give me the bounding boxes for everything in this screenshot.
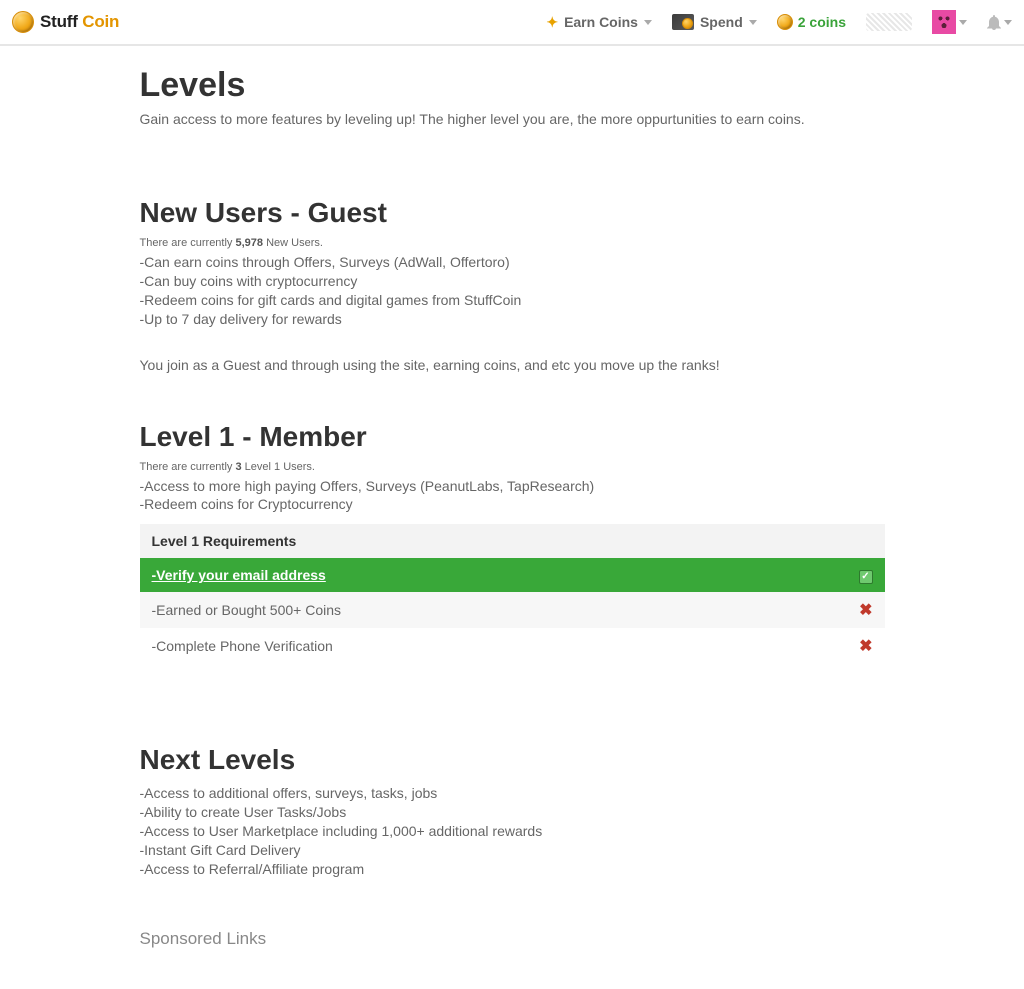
- level1-count-suffix: Level 1 Users.: [242, 461, 315, 473]
- req-text: -Earned or Bought 500+ Coins: [140, 592, 845, 628]
- level1-section: Level 1 - Member There are currently 3 L…: [140, 421, 885, 665]
- brand-stuff: Stuff: [40, 12, 78, 31]
- list-item: -Instant Gift Card Delivery: [140, 841, 885, 860]
- signature-image: [866, 13, 912, 31]
- guest-bullets: -Can earn coins through Offers, Surveys …: [140, 253, 885, 329]
- req-text: -Complete Phone Verification: [140, 628, 845, 664]
- main-content: Levels Gain access to more features by l…: [140, 46, 885, 989]
- guest-note: You join as a Guest and through using th…: [140, 357, 885, 373]
- chevron-down-icon: [749, 20, 757, 25]
- brand-coin: Coin: [82, 12, 119, 31]
- level1-count: There are currently 3 Level 1 Users.: [140, 461, 885, 473]
- list-item: -Up to 7 day delivery for rewards: [140, 310, 885, 329]
- chevron-down-icon: [959, 20, 967, 25]
- req-link: -Verify your email address: [152, 567, 326, 583]
- level1-requirements-table: Level 1 Requirements -Verify your email …: [140, 524, 885, 664]
- coins-balance[interactable]: 2 coins: [777, 14, 846, 30]
- list-item: -Can earn coins through Offers, Surveys …: [140, 253, 885, 272]
- chevron-down-icon: [1004, 20, 1012, 25]
- logo-coin-icon: [12, 11, 34, 33]
- list-item: -Access to User Marketplace including 1,…: [140, 822, 885, 841]
- coin-icon: [777, 14, 793, 30]
- table-row: -Verify your email address ✓: [140, 558, 885, 592]
- page-subtitle: Gain access to more features by leveling…: [140, 111, 885, 127]
- nav-spend-label: Spend: [700, 14, 743, 30]
- nav-earn-coins[interactable]: ✦ Earn Coins: [546, 14, 652, 31]
- next-bullets: -Access to additional offers, surveys, t…: [140, 784, 885, 878]
- req-status: ✖: [845, 592, 885, 628]
- level1-count-prefix: There are currently: [140, 461, 236, 473]
- check-icon: ✓: [859, 570, 873, 584]
- list-item: -Access to more high paying Offers, Surv…: [140, 477, 885, 496]
- navbar-left: Stuff Coin: [12, 11, 119, 33]
- list-item: -Access to Referral/Affiliate program: [140, 860, 885, 879]
- level1-heading: Level 1 - Member: [140, 421, 885, 453]
- spend-icon: [672, 14, 694, 30]
- list-item: -Can buy coins with cryptocurrency: [140, 272, 885, 291]
- req-status: ✖: [845, 628, 885, 664]
- bell-icon: [987, 14, 1001, 30]
- avatar-icon: [932, 10, 956, 34]
- table-row: -Complete Phone Verification ✖: [140, 628, 885, 664]
- req-status: ✓: [845, 558, 885, 592]
- nav-earn-label: Earn Coins: [564, 14, 638, 30]
- next-heading: Next Levels: [140, 744, 885, 776]
- level1-bullets: -Access to more high paying Offers, Surv…: [140, 477, 885, 515]
- guest-section: New Users - Guest There are currently 5,…: [140, 197, 885, 373]
- navbar-right: ✦ Earn Coins Spend 2 coins: [546, 10, 1012, 34]
- x-icon: ✖: [859, 602, 872, 619]
- brand-link[interactable]: Stuff Coin: [40, 12, 119, 32]
- navbar: Stuff Coin ✦ Earn Coins Spend 2 coins: [0, 0, 1024, 46]
- next-levels-section: Next Levels -Access to additional offers…: [140, 744, 885, 878]
- list-item: -Redeem coins for Cryptocurrency: [140, 495, 885, 514]
- nav-spend[interactable]: Spend: [672, 14, 757, 30]
- list-item: -Redeem coins for gift cards and digital…: [140, 291, 885, 310]
- guest-heading: New Users - Guest: [140, 197, 885, 229]
- x-icon: ✖: [859, 638, 872, 655]
- coins-balance-text: 2 coins: [798, 14, 846, 30]
- chevron-down-icon: [644, 20, 652, 25]
- rocket-icon: ✦: [546, 14, 558, 31]
- req-header: Level 1 Requirements: [140, 524, 885, 558]
- guest-count: There are currently 5,978 New Users.: [140, 237, 885, 249]
- guest-count-value: 5,978: [235, 237, 263, 249]
- user-menu[interactable]: [932, 10, 967, 34]
- list-item: -Ability to create User Tasks/Jobs: [140, 803, 885, 822]
- sponsored-links-heading: Sponsored Links: [140, 929, 885, 949]
- table-row: -Earned or Bought 500+ Coins ✖: [140, 592, 885, 628]
- list-item: -Access to additional offers, surveys, t…: [140, 784, 885, 803]
- req-text[interactable]: -Verify your email address: [140, 558, 845, 592]
- guest-count-suffix: New Users.: [263, 237, 323, 249]
- notifications-menu[interactable]: [987, 14, 1012, 30]
- guest-count-prefix: There are currently: [140, 237, 236, 249]
- page-title: Levels: [140, 66, 885, 105]
